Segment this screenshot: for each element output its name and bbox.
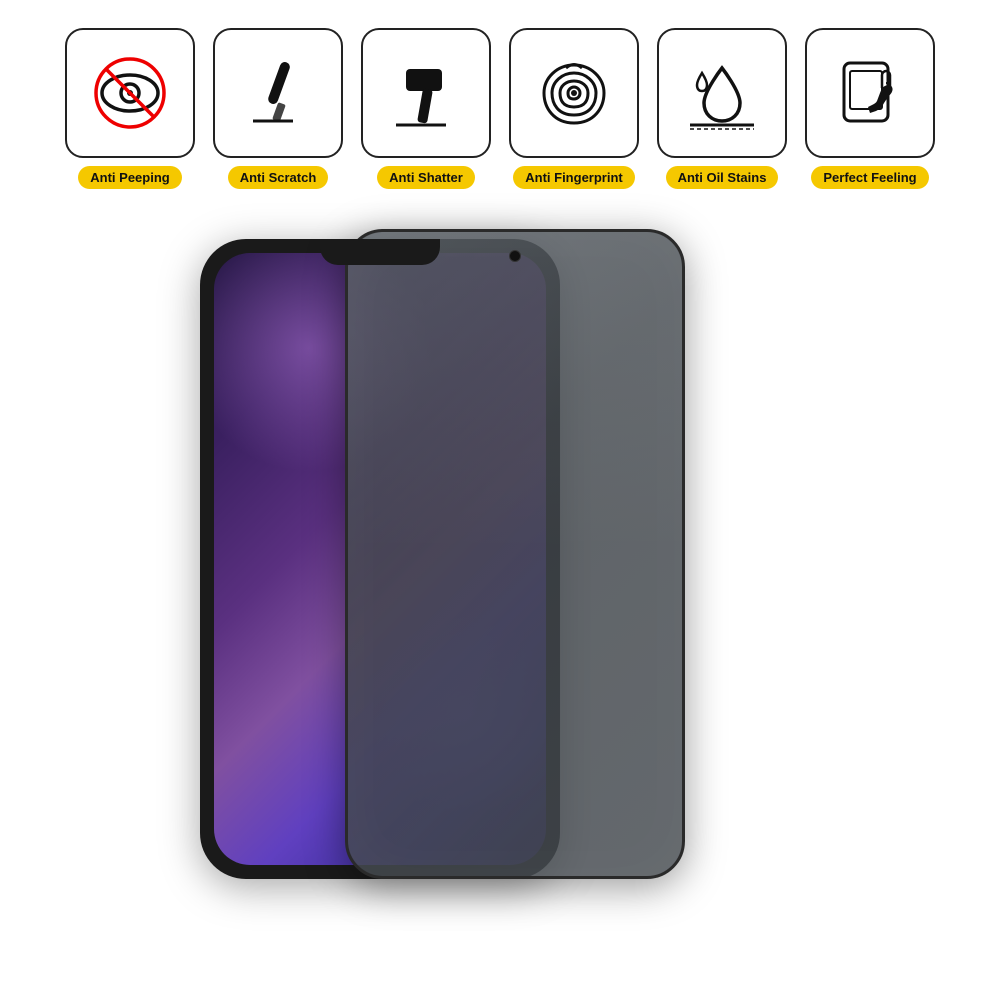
- feature-anti-shatter: Anti Shatter: [361, 28, 491, 189]
- phone-notch: [320, 239, 440, 265]
- label-anti-shatter: Anti Shatter: [377, 166, 475, 189]
- hand-touch-icon: [830, 53, 910, 133]
- eye-slash-icon: [90, 53, 170, 133]
- label-anti-scratch: Anti Scratch: [228, 166, 329, 189]
- icon-box-anti-oil-stains: [657, 28, 787, 158]
- feature-anti-fingerprint: Anti Fingerprint: [509, 28, 639, 189]
- fingerprint-icon: [534, 53, 614, 133]
- knife-icon: [238, 53, 318, 133]
- feature-perfect-feeling: Perfect Feeling: [805, 28, 935, 189]
- feature-anti-oil-stains: Anti Oil Stains: [657, 28, 787, 189]
- water-drop-icon: [682, 53, 762, 133]
- feature-anti-scratch: Anti Scratch: [213, 28, 343, 189]
- label-anti-fingerprint: Anti Fingerprint: [513, 166, 635, 189]
- icon-box-anti-shatter: [361, 28, 491, 158]
- label-anti-oil-stains: Anti Oil Stains: [666, 166, 779, 189]
- phone-area: [150, 219, 850, 899]
- icon-box-anti-scratch: [213, 28, 343, 158]
- feature-anti-peeping: Anti Peeping: [65, 28, 195, 189]
- hammer-icon: [386, 53, 466, 133]
- page-container: Anti Peeping Anti Scratch: [0, 0, 1000, 1000]
- icon-box-perfect-feeling: [805, 28, 935, 158]
- label-anti-peeping: Anti Peeping: [78, 166, 181, 189]
- icon-box-anti-fingerprint: [509, 28, 639, 158]
- icon-box-anti-peeping: [65, 28, 195, 158]
- features-row: Anti Peeping Anti Scratch: [35, 28, 965, 189]
- label-perfect-feeling: Perfect Feeling: [811, 166, 928, 189]
- privacy-camera-hole: [509, 250, 521, 262]
- privacy-glass-protector: [345, 229, 685, 879]
